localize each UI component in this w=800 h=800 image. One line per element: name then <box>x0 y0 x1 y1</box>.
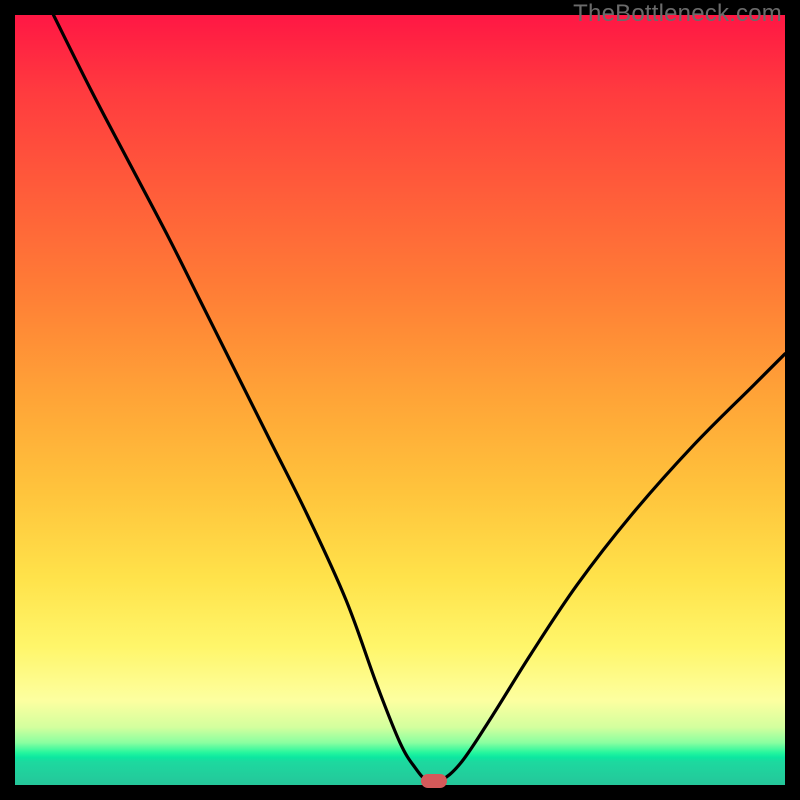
watermark-text: TheBottleneck.com <box>573 0 782 28</box>
chart-frame: TheBottleneck.com <box>0 0 800 800</box>
optimal-point-marker <box>421 774 447 788</box>
bottleneck-curve <box>15 15 785 785</box>
curve-path <box>54 15 786 783</box>
